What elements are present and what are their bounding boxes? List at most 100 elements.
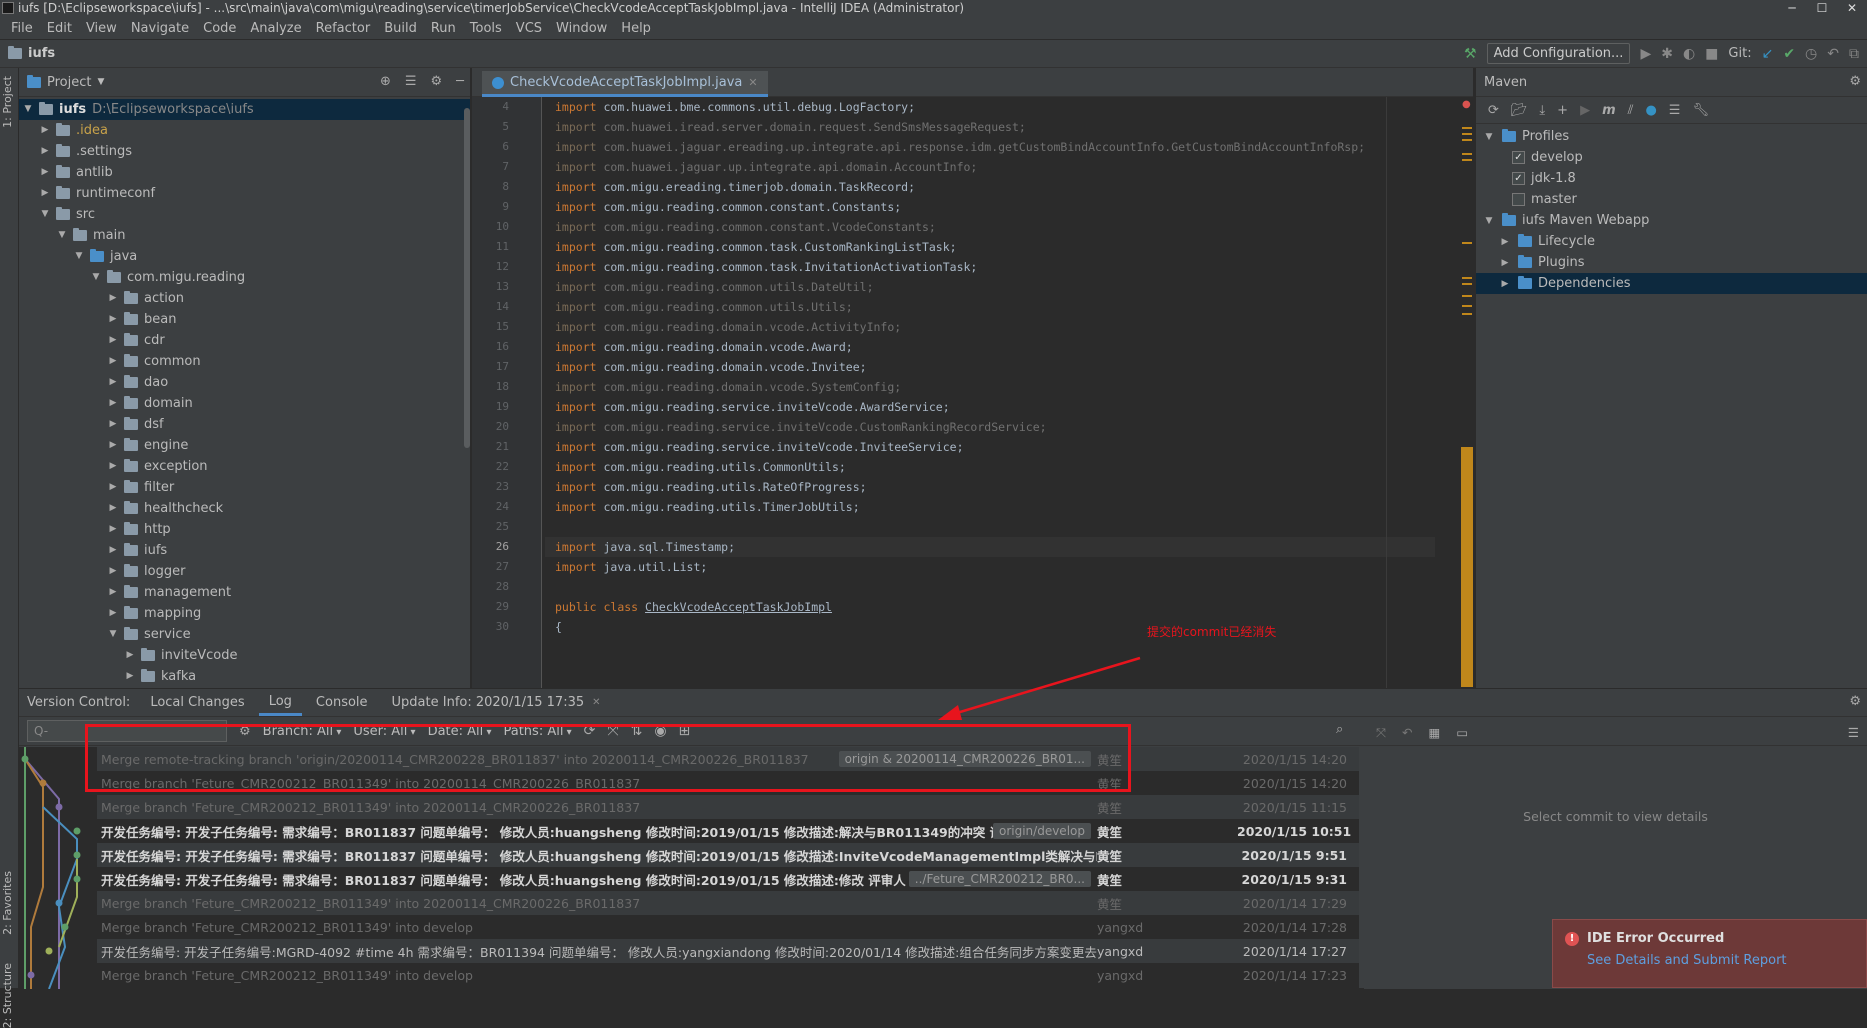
chevron-right-icon[interactable]: ▶	[106, 540, 120, 561]
ide-error-notification[interactable]: ! IDE Error Occurred See Details and Sub…	[1552, 919, 1867, 988]
coverage-icon[interactable]: ◐	[1683, 46, 1695, 62]
commit-row[interactable]: 开发任务编号: 开发子任务编号:MGRD-4092 #time 4h 需求编号：…	[97, 939, 1359, 963]
tree-item[interactable]: ▶ management	[19, 582, 470, 603]
chevron-right-icon[interactable]: ▶	[38, 120, 52, 141]
chevron-right-icon[interactable]: ▶	[106, 393, 120, 414]
add-icon[interactable]: +	[1557, 103, 1568, 118]
warning-mark[interactable]	[1462, 133, 1472, 135]
git-commit-icon[interactable]: ✔	[1783, 46, 1795, 62]
commit-row[interactable]: 开发任务编号: 开发子任务编号: 需求编号：BR011837 问题单编号： 修改…	[97, 819, 1359, 843]
chevron-down-icon[interactable]: ▼	[106, 624, 120, 645]
expand-icon[interactable]: ☰	[1848, 725, 1859, 740]
generate-sources-icon[interactable]: 📂︎	[1511, 103, 1528, 118]
search-everywhere-icon[interactable]: ⧉	[1849, 46, 1859, 62]
code-line[interactable]	[545, 517, 1435, 537]
menu-item-run[interactable]: Run	[424, 21, 463, 36]
editor-tab-active[interactable]: CheckVcodeAcceptTaskJobImpl.java ✕	[482, 71, 768, 97]
tree-item[interactable]: ▶ bean	[19, 309, 470, 330]
code-line[interactable]: import com.huawei.bme.commons.util.debug…	[545, 97, 1435, 117]
gear-icon[interactable]: ⚙	[1849, 74, 1861, 89]
close-icon[interactable]: ✕	[1837, 0, 1867, 16]
menu-item-edit[interactable]: Edit	[40, 21, 79, 36]
locate-icon[interactable]: ⊕	[380, 74, 391, 89]
tree-root[interactable]: ▼ iufs D:\Eclipseworkspace\iufs	[19, 99, 470, 120]
search-icon[interactable]: ⌕	[1336, 722, 1343, 737]
breadcrumb-project[interactable]: iufs	[28, 46, 55, 61]
chevron-down-icon[interactable]: ▼	[97, 77, 104, 87]
code-line[interactable]: import com.migu.reading.common.task.Invi…	[545, 257, 1435, 277]
breadcrumb[interactable]: iufs	[8, 46, 55, 61]
code-line[interactable]: import com.migu.reading.common.utils.Uti…	[545, 297, 1435, 317]
menu-item-view[interactable]: View	[79, 21, 124, 36]
chevron-right-icon[interactable]: ▶	[106, 561, 120, 582]
profile-checkbox[interactable]: ✓	[1512, 151, 1525, 164]
chevron-right-icon[interactable]: ▶	[123, 666, 137, 687]
history-icon[interactable]: ◷	[1805, 46, 1817, 62]
structure-tool-tab[interactable]: 2: Structure	[1, 963, 14, 1028]
tree-item[interactable]: ▶ healthcheck	[19, 498, 470, 519]
menu-item-refactor[interactable]: Refactor	[309, 21, 378, 36]
chevron-down-icon[interactable]: ▼	[38, 204, 52, 225]
chevron-right-icon[interactable]: ▶	[106, 372, 120, 393]
tree-item[interactable]: ▶ filter	[19, 477, 470, 498]
code-line[interactable]: import com.migu.reading.service.inviteVc…	[545, 417, 1435, 437]
menu-item-build[interactable]: Build	[377, 21, 424, 36]
collapse-all-icon[interactable]: ☰	[405, 74, 417, 89]
vcs-tab[interactable]: Update Info: 2020/1/15 17:35	[382, 691, 595, 714]
maven-tree-item[interactable]: ▼ Profiles	[1476, 126, 1867, 147]
tree-item[interactable]: ▶ dsf	[19, 414, 470, 435]
menu-item-window[interactable]: Window	[549, 21, 614, 36]
debug-icon[interactable]: ✱	[1661, 46, 1673, 62]
code-line[interactable]: import com.migu.reading.service.inviteVc…	[545, 437, 1435, 457]
tree-item[interactable]: ▶ inviteVcode	[19, 645, 470, 666]
commit-row[interactable]: Merge branch 'Feture_CMR200212_BR011349'…	[97, 891, 1359, 915]
tree-item[interactable]: ▼ main	[19, 225, 470, 246]
gear-icon[interactable]: ⚙	[1849, 694, 1861, 709]
tree-item[interactable]: ▶ common	[19, 351, 470, 372]
profile-checkbox[interactable]	[1512, 193, 1525, 206]
chevron-down-icon[interactable]: ▼	[1482, 216, 1496, 226]
tree-item[interactable]: ▶ cdr	[19, 330, 470, 351]
chevron-right-icon[interactable]: ▶	[106, 477, 120, 498]
favorites-tool-tab[interactable]: 2: Favorites	[1, 871, 14, 935]
code-line[interactable]: import com.migu.reading.utils.RateOfProg…	[545, 477, 1435, 497]
maven-tree-item[interactable]: ▶ Dependencies	[1476, 273, 1867, 294]
tree-item[interactable]: ▶ .idea	[19, 120, 470, 141]
warning-mark[interactable]	[1462, 295, 1472, 297]
code-line[interactable]: import java.sql.Timestamp;	[545, 537, 1435, 557]
code-line[interactable]: import com.migu.reading.common.task.Cust…	[545, 237, 1435, 257]
reload-icon[interactable]: ⟳	[1488, 103, 1499, 118]
menu-item-tools[interactable]: Tools	[463, 21, 509, 36]
commit-row[interactable]: Merge branch 'Feture_CMR200212_BR011349'…	[97, 963, 1359, 987]
warning-mark[interactable]	[1462, 313, 1472, 315]
chevron-down-icon[interactable]: ▼	[55, 225, 69, 246]
chevron-right-icon[interactable]: ▶	[38, 162, 52, 183]
warning-mark[interactable]	[1462, 305, 1472, 307]
code-line[interactable]: import com.huawei.jaguar.up.integrate.ap…	[545, 157, 1435, 177]
offline-icon[interactable]: ●	[1645, 103, 1656, 118]
maven-tree-item[interactable]: ▶ Lifecycle	[1476, 231, 1867, 252]
code-view[interactable]: import com.huawei.bme.commons.util.debug…	[545, 97, 1435, 688]
chevron-right-icon[interactable]: ▶	[1498, 279, 1512, 289]
tree-item[interactable]: ▶ dao	[19, 372, 470, 393]
warning-mark[interactable]	[1462, 139, 1472, 141]
code-line[interactable]: import com.migu.reading.domain.vcode.Awa…	[545, 337, 1435, 357]
menu-item-navigate[interactable]: Navigate	[124, 21, 196, 36]
tree-item[interactable]: ▶ mapping	[19, 603, 470, 624]
code-line[interactable]: import com.huawei.jaguar.ereading.up.int…	[545, 137, 1435, 157]
code-line[interactable]: import com.migu.reading.common.utils.Dat…	[545, 277, 1435, 297]
project-scrollbar[interactable]	[464, 108, 470, 448]
code-line[interactable]: {	[545, 617, 1435, 637]
warning-mark[interactable]	[1462, 283, 1472, 285]
chevron-down-icon[interactable]: ▼	[1482, 132, 1496, 142]
add-configuration-button[interactable]: Add Configuration...	[1486, 43, 1631, 64]
chevron-right-icon[interactable]: ▶	[106, 309, 120, 330]
tree-item[interactable]: ▶ kafka	[19, 666, 470, 687]
commit-row[interactable]: Merge branch 'Feture_CMR200212_BR011349'…	[97, 915, 1359, 939]
tree-item[interactable]: ▶ http	[19, 519, 470, 540]
chevron-right-icon[interactable]: ▶	[106, 603, 120, 624]
close-icon[interactable]: ✕	[748, 76, 757, 89]
code-line[interactable]: import com.migu.reading.utils.TimerJobUt…	[545, 497, 1435, 517]
code-line[interactable]	[545, 577, 1435, 597]
warning-mark[interactable]	[1462, 127, 1472, 129]
